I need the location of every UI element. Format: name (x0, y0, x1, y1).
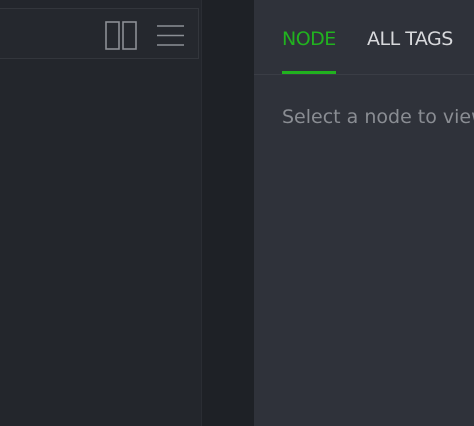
node-detail-panel: NODE ALL TAGS Select a node to view (254, 0, 474, 426)
detail-tab-bar: NODE ALL TAGS (254, 0, 474, 75)
panel-gutter (202, 0, 254, 426)
empty-state-message: Select a node to view (282, 106, 474, 128)
tab-all-tags[interactable]: ALL TAGS (367, 28, 453, 74)
tree-toolbar (0, 8, 199, 59)
hamburger-menu-icon[interactable] (156, 21, 185, 50)
app-root: NODE ALL TAGS Select a node to view (0, 0, 474, 426)
tab-node[interactable]: NODE (282, 28, 336, 74)
node-tree-panel (0, 0, 202, 426)
split-view-icon[interactable] (105, 21, 137, 50)
